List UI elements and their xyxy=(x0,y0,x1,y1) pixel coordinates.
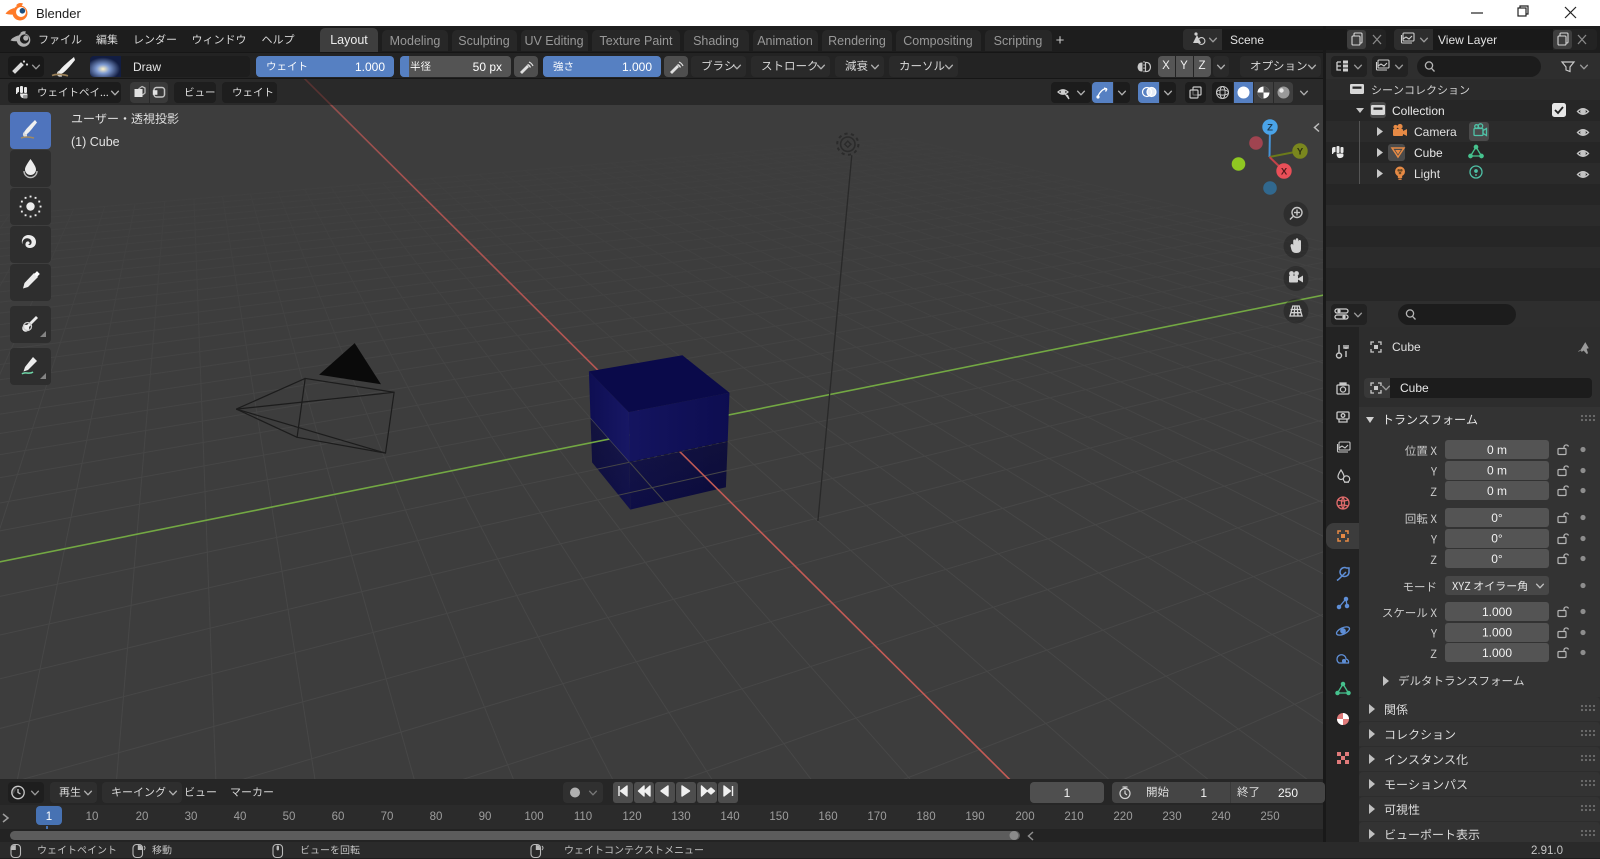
svg-text:Z: Z xyxy=(1267,123,1273,134)
svg-text:Y: Y xyxy=(1297,147,1304,158)
svg-text:X: X xyxy=(1281,167,1288,178)
